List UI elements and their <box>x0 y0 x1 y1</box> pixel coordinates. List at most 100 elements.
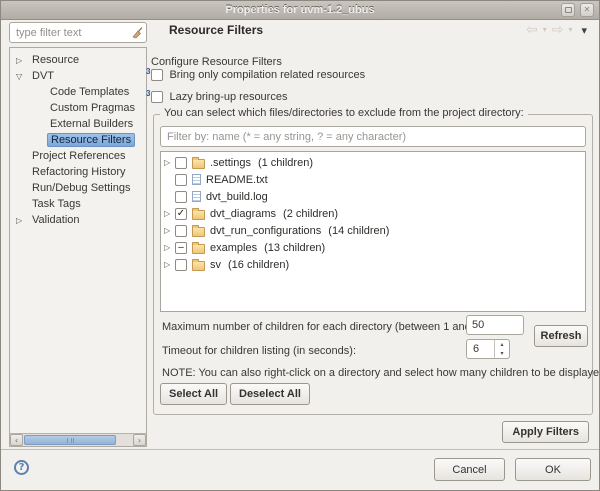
bring-only-compilation-checkbox[interactable] <box>151 69 164 81</box>
tree-row-settings[interactable]: ▷ .settings (1 children) <box>161 154 585 171</box>
tree-row-checkbox[interactable] <box>175 173 187 186</box>
tree-filter-input[interactable] <box>160 126 586 147</box>
tree-item-name: .settings <box>210 156 251 169</box>
sidebar-filter-input[interactable] <box>9 22 147 43</box>
section-label: Configure Resource Filters <box>151 56 282 68</box>
exclude-group: You can select which files/directories t… <box>153 107 599 415</box>
view-menu-icon[interactable]: ▾ <box>581 25 587 36</box>
file-icon <box>192 191 201 202</box>
tree-item-name: examples <box>210 241 258 254</box>
expander-icon[interactable]: ▽ <box>16 72 29 81</box>
back-menu-chevron-icon[interactable]: ▾ <box>543 26 547 34</box>
checkbox-label: Lazy bring-up resources <box>169 91 288 103</box>
folder-icon <box>192 207 205 220</box>
page-title: Resource Filters <box>169 23 264 37</box>
sidebar-item-validation[interactable]: ▷ Validation <box>10 212 146 228</box>
tree-row-sv[interactable]: ▷ sv (16 children) <box>161 256 585 273</box>
sidebar-item-custom-pragmas[interactable]: Custom Pragmas <box>10 100 146 116</box>
tree-filter <box>160 126 586 147</box>
sidebar-tree: ▷ Resource ▽ DVT Code Templates Custom P… <box>9 47 147 447</box>
expander-icon[interactable]: ▷ <box>164 209 175 218</box>
spin-up-icon[interactable]: ▴ <box>495 340 509 349</box>
sidebar-item-label: Resource <box>32 54 80 66</box>
timeout-label: Timeout for children listing (in seconds… <box>162 345 357 357</box>
tree-row-checkbox[interactable]: – <box>175 241 187 254</box>
restore-button[interactable] <box>561 3 575 17</box>
back-icon[interactable]: ⇦ <box>526 23 538 37</box>
tree-row-readme-txt[interactable]: README.txt <box>161 171 585 188</box>
sidebar-item-resource[interactable]: ▷ Resource <box>10 52 146 68</box>
ok-button[interactable]: OK <box>515 458 591 481</box>
checkbox-label: Bring only compilation related resources <box>169 69 366 81</box>
tree-row-checkbox[interactable] <box>175 258 187 271</box>
sidebar-item-label: Custom Pragmas <box>50 102 135 114</box>
max-children-input[interactable] <box>466 315 524 335</box>
tree-row-dvt-diagrams[interactable]: ▷ ✓ dvt_diagrams (2 children) <box>161 205 585 222</box>
lazy-bring-up-checkbox[interactable] <box>151 91 164 103</box>
scrollbar-thumb[interactable] <box>24 435 116 445</box>
nav-cluster: ⇦ ▾ ⇨ ▾ ▾ <box>526 23 587 37</box>
sidebar-item-label: Task Tags <box>32 198 81 210</box>
tree-row-dvt-build-log[interactable]: dvt_build.log <box>161 188 585 205</box>
deselect-all-button[interactable]: Deselect All <box>230 383 310 405</box>
expander-icon[interactable]: ▷ <box>16 216 29 225</box>
refresh-button[interactable]: Refresh <box>534 325 588 347</box>
tree-item-count: (14 children) <box>328 224 390 237</box>
sidebar-item-label: Resource Filters <box>47 133 136 147</box>
grip-icon <box>66 437 74 443</box>
expander-icon[interactable]: ▷ <box>164 158 175 167</box>
tree-row-dvt-run-configurations[interactable]: ▷ dvt_run_configurations (14 children) <box>161 222 585 239</box>
expander-icon[interactable]: ▷ <box>164 260 175 269</box>
help-button[interactable]: ? <box>14 460 29 475</box>
max-children-label: Maximum number of children for each dire… <box>162 321 506 333</box>
timeout-value: 6 <box>473 343 480 355</box>
timeout-spinner[interactable]: 6 ▴ ▾ <box>466 339 510 359</box>
sidebar-item-code-templates[interactable]: Code Templates <box>10 84 146 100</box>
tree-item-name: dvt_diagrams <box>210 207 277 220</box>
spinner-buttons: ▴ ▾ <box>494 340 509 358</box>
close-button[interactable]: ✕ <box>580 3 594 17</box>
select-all-button[interactable]: Select All <box>160 383 228 405</box>
scroll-left-button[interactable]: ‹ <box>10 434 23 446</box>
tree-row-checkbox[interactable] <box>175 156 187 169</box>
forward-menu-chevron-icon[interactable]: ▾ <box>568 26 572 34</box>
tree-row-checkbox[interactable] <box>175 224 187 237</box>
sidebar-item-external-builders[interactable]: External Builders <box>10 116 146 132</box>
sidebar-rows: ▷ Resource ▽ DVT Code Templates Custom P… <box>10 48 146 228</box>
sidebar-item-dvt[interactable]: ▽ DVT <box>10 68 146 84</box>
expander-icon[interactable]: ▷ <box>16 56 29 65</box>
folder-icon <box>192 258 205 271</box>
sidebar-item-task-tags[interactable]: Task Tags <box>10 196 146 212</box>
expander-icon[interactable]: ▷ <box>164 243 175 252</box>
apply-filters-button[interactable]: Apply Filters <box>502 421 589 443</box>
sidebar-horizontal-scrollbar[interactable]: ‹ › <box>10 433 146 446</box>
scroll-right-button[interactable]: › <box>133 434 146 446</box>
decorator-badge: 3 <box>146 88 151 98</box>
decorator-badge: 3 <box>146 66 151 76</box>
sidebar-item-label: Code Templates <box>50 86 130 98</box>
sidebar-item-label: Validation <box>32 214 80 226</box>
sidebar-item-refactoring-history[interactable]: Refactoring History <box>10 164 146 180</box>
tree-item-count: (1 children) <box>257 156 313 169</box>
expander-icon[interactable]: ▷ <box>164 226 175 235</box>
max-children-field <box>466 315 524 335</box>
folder-icon <box>192 241 205 254</box>
sidebar-item-project-references[interactable]: Project References <box>10 148 146 164</box>
tree-row-checkbox[interactable]: ✓ <box>175 207 187 220</box>
cancel-button[interactable]: Cancel <box>434 458 505 481</box>
file-tree: ▷ .settings (1 children) README.txt dvt_… <box>160 151 586 312</box>
spin-down-icon[interactable]: ▾ <box>495 349 509 358</box>
group-legend: You can select which files/directories t… <box>160 107 528 119</box>
titlebar: Properties for uvm-1.2_ubus ✕ <box>1 1 599 20</box>
tree-item-count: (13 children) <box>264 241 326 254</box>
note-text: NOTE: You can also right-click on a dire… <box>162 367 600 379</box>
sidebar-item-label: Project References <box>32 150 126 162</box>
tree-row-checkbox[interactable] <box>175 190 187 203</box>
tree-row-examples[interactable]: ▷ – examples (13 children) <box>161 239 585 256</box>
clear-filter-icon[interactable] <box>130 26 143 39</box>
sidebar-item-label: Run/Debug Settings <box>32 182 131 194</box>
sidebar-item-run-debug-settings[interactable]: Run/Debug Settings <box>10 180 146 196</box>
forward-icon[interactable]: ⇨ <box>552 23 564 37</box>
sidebar-item-label: Refactoring History <box>32 166 126 178</box>
sidebar-item-resource-filters[interactable]: Resource Filters <box>10 132 146 148</box>
